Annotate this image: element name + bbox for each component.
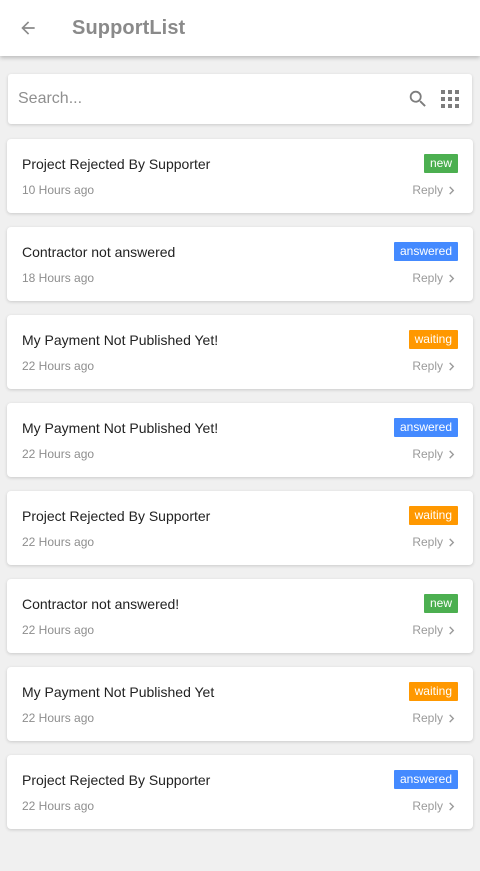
search-bar bbox=[8, 74, 472, 124]
reply-label: Reply bbox=[412, 799, 443, 813]
ticket-card[interactable]: My Payment Not Published Yet 22 Hours ago… bbox=[7, 667, 473, 741]
ticket-card[interactable]: Project Rejected By Supporter 22 Hours ag… bbox=[7, 755, 473, 829]
ticket-time: 22 Hours ago bbox=[22, 711, 95, 725]
back-button[interactable] bbox=[0, 0, 56, 56]
chevron-right-icon bbox=[448, 713, 455, 723]
status-badge: answered bbox=[393, 418, 458, 437]
reply-label: Reply bbox=[412, 535, 443, 549]
chevron-right-icon bbox=[448, 361, 455, 371]
status-badge: new bbox=[423, 594, 458, 613]
status-badge: waiting bbox=[408, 330, 458, 349]
ticket-title: Contractor not answered! bbox=[22, 596, 180, 612]
ticket-title: Contractor not answered bbox=[22, 244, 176, 260]
status-badge: waiting bbox=[408, 682, 458, 701]
chevron-right-icon bbox=[448, 801, 455, 811]
reply-link[interactable]: Reply bbox=[412, 359, 455, 373]
reply-link[interactable]: Reply bbox=[412, 799, 455, 813]
ticket-title: My Payment Not Published Yet! bbox=[22, 332, 219, 348]
app-bar: SupportList bbox=[0, 0, 480, 56]
chevron-right-icon bbox=[448, 537, 455, 547]
ticket-time: 22 Hours ago bbox=[22, 623, 95, 637]
ticket-title: Project Rejected By Supporter bbox=[22, 156, 211, 172]
page-title: SupportList bbox=[72, 16, 186, 39]
reply-label: Reply bbox=[412, 711, 443, 725]
ticket-title: Project Rejected By Supporter bbox=[22, 772, 211, 788]
ticket-time: 10 Hours ago bbox=[22, 183, 95, 197]
reply-link[interactable]: Reply bbox=[412, 447, 455, 461]
ticket-title: My Payment Not Published Yet! bbox=[22, 420, 219, 436]
apps-grid-icon bbox=[441, 90, 459, 108]
ticket-list: Project Rejected By Supporter 10 Hours ag… bbox=[7, 139, 473, 843]
arrow-left-icon bbox=[21, 21, 35, 35]
ticket-card[interactable]: My Payment Not Published Yet! 22 Hours ag… bbox=[7, 315, 473, 389]
search-button[interactable] bbox=[407, 88, 429, 110]
search-input[interactable] bbox=[8, 74, 407, 124]
ticket-time: 22 Hours ago bbox=[22, 799, 95, 813]
ticket-title: My Payment Not Published Yet bbox=[22, 684, 215, 700]
chevron-right-icon bbox=[448, 449, 455, 459]
ticket-card[interactable]: Contractor not answered 18 Hours ago answe… bbox=[7, 227, 473, 301]
ticket-time: 22 Hours ago bbox=[22, 535, 95, 549]
grid-view-button[interactable] bbox=[439, 88, 461, 110]
reply-link[interactable]: Reply bbox=[412, 183, 455, 197]
reply-label: Reply bbox=[412, 183, 443, 197]
chevron-right-icon bbox=[448, 273, 455, 283]
status-badge: answered bbox=[393, 242, 458, 261]
reply-link[interactable]: Reply bbox=[412, 535, 455, 549]
status-badge: waiting bbox=[408, 506, 458, 525]
ticket-card[interactable]: Contractor not answered! 22 Hours ago new R… bbox=[7, 579, 473, 653]
ticket-time: 22 Hours ago bbox=[22, 359, 95, 373]
search-icon bbox=[409, 90, 426, 107]
ticket-card[interactable]: Project Rejected By Supporter 22 Hours ag… bbox=[7, 491, 473, 565]
status-badge: new bbox=[423, 154, 458, 173]
chevron-right-icon bbox=[448, 625, 455, 635]
ticket-card[interactable]: My Payment Not Published Yet! 22 Hours ag… bbox=[7, 403, 473, 477]
reply-label: Reply bbox=[412, 623, 443, 637]
ticket-time: 22 Hours ago bbox=[22, 447, 95, 461]
reply-link[interactable]: Reply bbox=[412, 271, 455, 285]
status-badge: answered bbox=[393, 770, 458, 789]
reply-link[interactable]: Reply bbox=[412, 623, 455, 637]
ticket-title: Project Rejected By Supporter bbox=[22, 508, 211, 524]
reply-label: Reply bbox=[412, 447, 443, 461]
reply-label: Reply bbox=[412, 359, 443, 373]
reply-link[interactable]: Reply bbox=[412, 711, 455, 725]
ticket-time: 18 Hours ago bbox=[22, 271, 95, 285]
reply-label: Reply bbox=[412, 271, 443, 285]
ticket-card[interactable]: Project Rejected By Supporter 10 Hours ag… bbox=[7, 139, 473, 213]
chevron-right-icon bbox=[448, 185, 455, 195]
